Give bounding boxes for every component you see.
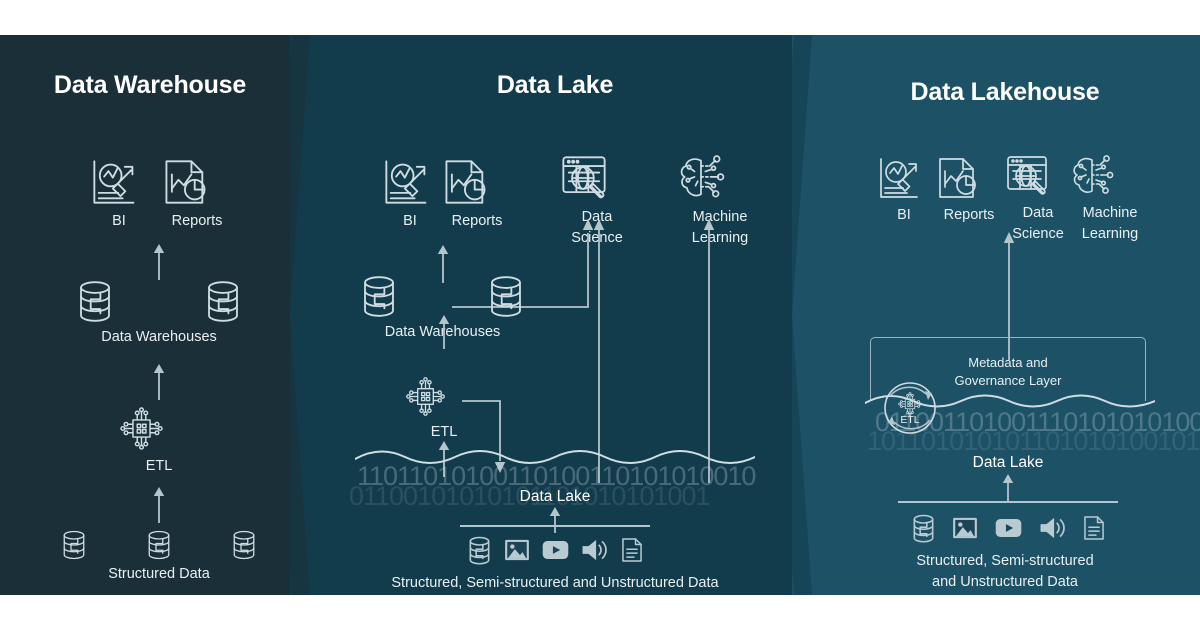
arrow-warehouses-to-bi [153, 244, 165, 280]
panel-title-data-lake: Data Lake [496, 71, 614, 99]
arrow-sources-to-lake [549, 507, 561, 533]
node-label: ETL [145, 458, 173, 474]
arrow-etl-to-warehouses [438, 315, 450, 349]
bi-chart-magnifier-icon [380, 157, 440, 207]
image-photo-icon[interactable] [503, 535, 531, 565]
node-data-warehouses[interactable]: Data Warehouses [40, 280, 278, 348]
node-label: BI [403, 213, 417, 229]
report-document-icon [160, 157, 234, 207]
data-lake-label: Data Lake [972, 454, 1044, 471]
node-bi[interactable]: BI [88, 157, 150, 232]
database-cylinder-icon [146, 530, 172, 560]
node-reports[interactable]: Reports [934, 155, 1004, 226]
data-lake-label: Data Lake [519, 488, 591, 505]
audio-speaker-icon[interactable] [580, 535, 608, 565]
node-etl[interactable]: ETL [118, 405, 200, 477]
node-etl-cycle[interactable]: ETL [880, 378, 940, 438]
node-bi[interactable]: BI [875, 155, 933, 226]
report-document-icon [440, 157, 514, 207]
panel-data-warehouse: Data Warehouse BI Reports Data Warehouse… [0, 35, 300, 595]
panel-title-data-lakehouse: Data Lakehouse [910, 78, 1100, 106]
video-play-icon[interactable] [994, 513, 1023, 543]
node-machine-learning[interactable]: Machine Learning [675, 153, 765, 249]
video-play-icon[interactable] [541, 535, 570, 565]
panel-data-lake: Data Lake BI Reports Data Science Machin… [300, 35, 810, 595]
warehouse-icon-row [325, 275, 560, 318]
node-reports[interactable]: Reports [160, 157, 234, 232]
node-label: Reports [943, 207, 995, 223]
node-label: Structured Data [108, 566, 210, 582]
machine-learning-brain-icon [1068, 153, 1152, 199]
image-photo-icon[interactable] [951, 513, 979, 543]
node-label: Machine Learning [1081, 205, 1139, 243]
node-label: Reports [171, 213, 223, 229]
arrow-source-to-etl [153, 487, 165, 523]
report-document-icon [934, 155, 1004, 201]
bi-chart-magnifier-icon [88, 157, 150, 207]
node-label: BI [897, 207, 911, 223]
arrow-etl-to-warehouses [153, 364, 165, 400]
etl-label: ETL [900, 414, 920, 426]
database-cylinder-icon[interactable] [467, 535, 492, 565]
database-cylinder-icon [231, 530, 257, 560]
node-bi[interactable]: BI [380, 157, 440, 232]
sources-caption: Structured, Semi-structured and Unstruct… [391, 575, 719, 591]
source-icon-row [462, 535, 650, 565]
sources-connector-bar [898, 501, 1118, 503]
lake-water-surface [355, 450, 755, 464]
diagram-canvas: Data Warehouse BI Reports Data Warehouse… [0, 0, 1200, 630]
database-cylinder-icon [487, 275, 525, 318]
document-file-icon[interactable] [1081, 513, 1107, 543]
database-cylinder-icon[interactable] [911, 513, 936, 543]
node-label: Machine Learning [691, 209, 749, 247]
sources-connector-bar [460, 525, 650, 527]
node-machine-learning[interactable]: Machine Learning [1068, 153, 1152, 245]
warehouse-icon-row [40, 280, 278, 323]
database-cylinder-icon [204, 280, 242, 323]
panel-title-data-warehouse: Data Warehouse [53, 71, 247, 99]
database-cylinder-icon [76, 280, 114, 323]
document-file-icon[interactable] [619, 535, 645, 565]
machine-learning-brain-icon [675, 153, 765, 203]
audio-speaker-icon[interactable] [1038, 513, 1066, 543]
source-icon-row [903, 513, 1115, 543]
etl-chip-icon [118, 405, 200, 452]
database-cylinder-icon [360, 275, 398, 318]
source-icon-row [40, 530, 278, 560]
panels-band: Data Warehouse BI Reports Data Warehouse… [0, 35, 1200, 595]
panel-data-lakehouse: Data Lakehouse BI Reports Data Science M… [810, 35, 1200, 595]
data-science-globe-icon [557, 153, 637, 203]
database-cylinder-icon [61, 530, 87, 560]
sources-caption: Structured, Semi-structured and Unstruct… [916, 553, 1094, 591]
arrow-sources-to-lakehouse [1002, 474, 1014, 502]
node-label: BI [112, 213, 126, 229]
node-structured-data[interactable]: Structured Data [40, 530, 278, 585]
node-label: Data Warehouses [101, 329, 217, 345]
data-science-globe-icon [1002, 153, 1074, 199]
bi-chart-magnifier-icon [875, 155, 933, 201]
